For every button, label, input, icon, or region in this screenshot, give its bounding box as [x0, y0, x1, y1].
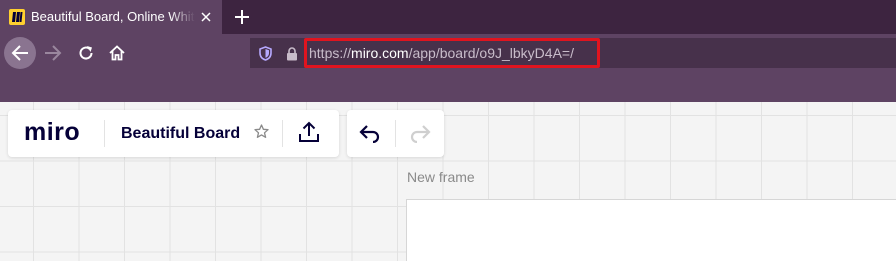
divider — [282, 120, 283, 147]
upload-icon[interactable] — [298, 121, 320, 147]
tab-bar: Beautiful Board, Online Whiteboard for V… — [0, 0, 896, 34]
arrow-left-icon[interactable] — [4, 37, 36, 69]
divider — [104, 120, 105, 147]
star-outline-icon[interactable] — [254, 124, 269, 143]
frame-label[interactable]: New frame — [407, 169, 475, 185]
browser-tab-active[interactable]: Beautiful Board, Online Whiteboard for V… — [0, 0, 222, 34]
shield-icon[interactable] — [259, 46, 272, 65]
board-name[interactable]: Beautiful Board — [121, 125, 240, 143]
arrow-right-icon[interactable] — [38, 38, 68, 68]
tab-title: Beautiful Board, Online Whiteboard for V… — [31, 9, 195, 24]
lock-icon[interactable] — [286, 46, 298, 65]
undo-redo-panel — [347, 110, 444, 157]
redo-icon[interactable] — [409, 123, 431, 147]
plus-icon[interactable] — [230, 5, 254, 29]
bookmarks-toolbar — [0, 72, 896, 102]
divider — [395, 120, 396, 147]
home-icon[interactable] — [102, 38, 132, 68]
miro-logo[interactable]: miro — [24, 118, 80, 147]
reload-icon[interactable] — [71, 38, 101, 68]
miro-favicon-icon — [9, 9, 25, 25]
url-highlight-box — [304, 38, 600, 68]
undo-icon[interactable] — [359, 123, 381, 147]
frame[interactable] — [406, 199, 896, 261]
close-icon[interactable] — [198, 9, 214, 25]
board-header-panel: miro Beautiful Board — [8, 110, 339, 157]
